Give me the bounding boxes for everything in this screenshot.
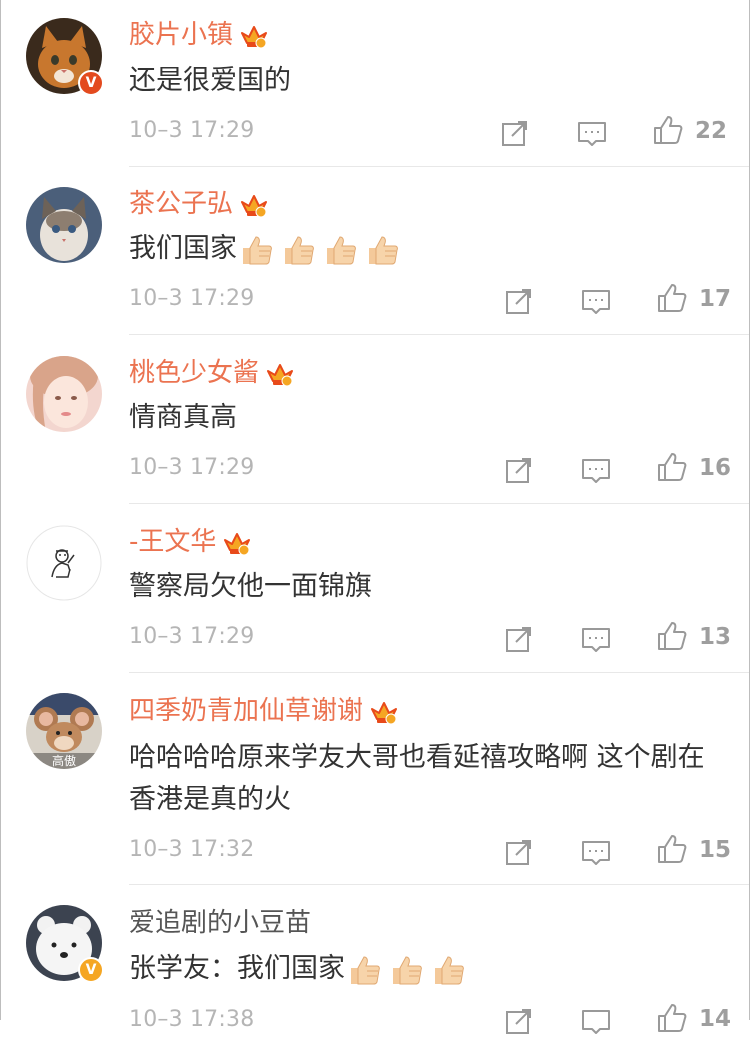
timestamp: 10–3 17:29 [129,455,255,480]
like-icon[interactable] [656,833,688,865]
cat-avatar-image [26,187,102,263]
username[interactable]: 胶片小镇 [129,18,269,52]
avatar[interactable] [26,356,102,432]
divider [129,334,749,335]
thumbs-up-emoji-icon [243,235,272,264]
avatar[interactable] [26,187,102,263]
like-icon[interactable] [652,114,684,146]
svg-text:高傲: 高傲 [52,753,76,768]
comment-icon[interactable] [580,454,612,486]
share-icon[interactable] [503,1005,535,1037]
like-icon[interactable] [656,282,688,314]
like-count: 15 [699,837,732,863]
comment-text: 情商真高 [129,402,237,433]
comment-icon[interactable] [580,1005,612,1037]
comment-item: 高傲 四季奶青加仙草谢谢 哈哈哈哈原来学友大哥也看延禧攻略啊 这个剧在香港是真的… [1,675,749,885]
divider [129,672,749,673]
username-text: -王文华 [129,527,217,557]
comment-text: 哈哈哈哈原来学友大哥也看延禧攻略啊 这个剧在香港是真的火 [129,742,705,815]
like-count: 16 [699,455,732,481]
timestamp: 10–3 17:29 [129,286,255,311]
comment-icon[interactable] [580,285,612,317]
username[interactable]: 桃色少女酱 [129,356,295,390]
thumbs-up-emoji-icon [285,235,314,264]
share-icon[interactable] [503,454,535,486]
username[interactable]: 茶公子弘 [129,187,269,221]
comment-item: V 胶片小镇 还是很爱国的 10–3 17:29 22 [1,0,749,168]
thumbs-up-emoji-icon [351,955,380,984]
vip-crown-icon [371,701,398,724]
comment-text: 张学友：我们国家 [129,948,709,990]
comment-item: 桃色少女酱 情商真高 10–3 17:29 16 [1,337,749,505]
username[interactable]: -王文华 [129,525,252,559]
comment-icon[interactable] [580,836,612,868]
timestamp: 10–3 17:29 [129,624,255,649]
comment-item: V 爱追剧的小豆苗 张学友：我们国家 10–3 17:38 14 [1,885,749,1034]
avatar[interactable]: V [26,905,104,983]
timestamp: 10–3 17:29 [129,118,255,143]
username-text: 四季奶青加仙草谢谢 [129,696,364,726]
like-icon[interactable] [656,451,688,483]
thumbs-up-emoji-icon [369,235,398,264]
username-text: 胶片小镇 [129,20,234,50]
verified-badge-icon: V [78,70,104,96]
avatar[interactable] [26,525,102,601]
avatar[interactable]: V [26,18,104,96]
comment-text: 我们国家 [129,228,709,270]
share-icon[interactable] [503,285,535,317]
vip-crown-icon [267,363,294,386]
share-icon[interactable] [499,117,531,149]
like-icon[interactable] [656,1002,688,1034]
thumbs-up-emoji-icon [435,955,464,984]
comment-icon[interactable] [576,117,608,149]
username-text: 爱追剧的小豆苗 [129,908,312,938]
sketch-avatar-image [26,525,102,601]
comment-item: 茶公子弘 我们国家 10–3 17:29 17 [1,168,749,336]
avatar[interactable]: 高傲 [26,693,102,769]
timestamp: 10–3 17:32 [129,837,255,862]
username[interactable]: 四季奶青加仙草谢谢 [129,694,399,728]
like-count: 17 [699,286,732,312]
share-icon[interactable] [503,623,535,655]
jerry-avatar-image: 高傲 [26,693,102,769]
comment-item: -王文华 警察局欠他一面锦旗 10–3 17:29 13 [1,506,749,674]
divider [129,503,749,504]
like-count: 13 [699,624,732,650]
comment-icon[interactable] [580,623,612,655]
vip-crown-icon [241,194,268,217]
thumbs-up-emoji-icon [393,955,422,984]
verified-badge-icon: V [78,957,104,983]
comment-text: 还是很爱国的 [129,65,291,96]
like-count: 22 [695,118,728,144]
like-icon[interactable] [656,620,688,652]
username-text: 桃色少女酱 [129,358,260,388]
divider [129,166,749,167]
girl-avatar-image [26,356,102,432]
thumbs-up-emoji-icon [327,235,356,264]
username-text: 茶公子弘 [129,189,234,219]
comment-text: 警察局欠他一面锦旗 [129,571,372,602]
share-icon[interactable] [503,836,535,868]
like-count: 14 [699,1006,732,1032]
vip-crown-icon [224,532,251,555]
vip-crown-icon [241,25,268,48]
username[interactable]: 爱追剧的小豆苗 [129,906,311,940]
